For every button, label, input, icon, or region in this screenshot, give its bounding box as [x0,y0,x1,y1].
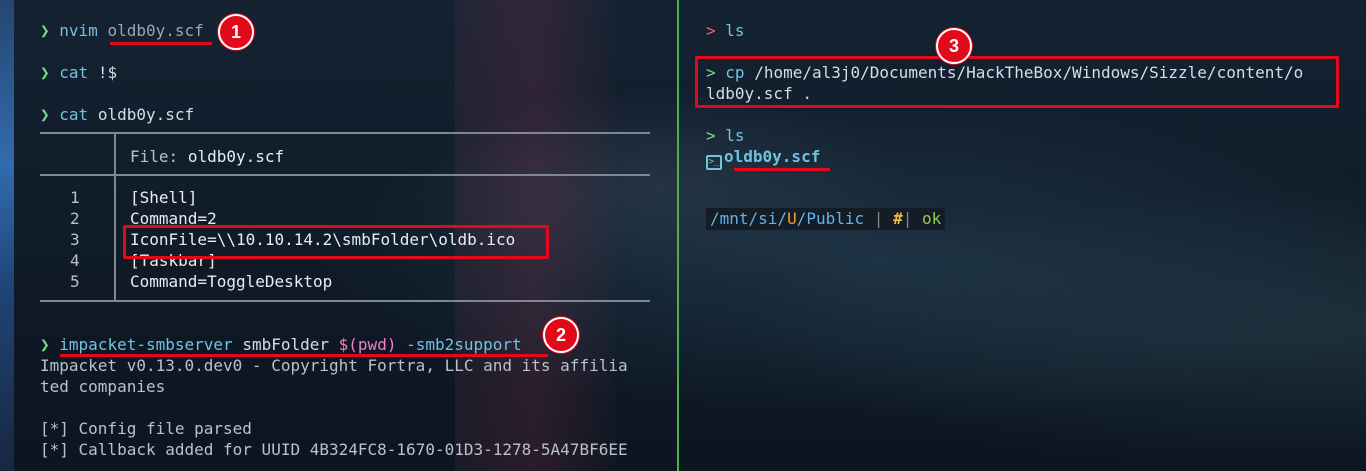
command-arg: oldb0y.scf [97,105,195,124]
bat-file-label: File: [130,147,179,166]
file-line: Command=ToggleDesktop [130,272,333,291]
bat-mid-rule [40,174,650,176]
command-arg: oldb0y.scf [107,21,204,40]
command-impacket: impacket-smbserver [59,335,233,354]
bat-file-name: oldb0y.scf [187,147,285,166]
command-subst: $(pwd) [338,335,397,354]
prompt-line-cat-bang: ❯ cat !$ [40,62,117,83]
prompt-line-impacket: ❯ impacket-smbserver smbFolder $(pwd) -s… [40,334,522,355]
ls-result: >_ oldb0y.scf [706,146,820,170]
annotation-underline-nvim-file [110,42,212,45]
statusbar-separator: | [873,209,884,228]
output-line: Impacket v0.13.0.dev0 - Copyright Fortra… [40,356,628,375]
prompt-statusbar: /mnt/si/U/Public | #| ok [706,208,946,230]
line-number: 5 [70,272,80,291]
output-line: ted companies [40,377,166,396]
pane-divider[interactable] [677,0,679,471]
command-arg-share: smbFolder [242,335,330,354]
prompt-symbol: ❯ [40,21,50,40]
wallpaper-left-strip [0,0,14,471]
prompt-line-cat-file: ❯ cat oldb0y.scf [40,104,194,125]
prompt-symbol: ❯ [40,335,50,354]
file-line: [Shell] [130,188,198,207]
line-number: 1 [70,188,80,207]
command-arg: !$ [97,63,118,82]
annotation-underline-ls-result [734,168,830,171]
line-number: 4 [70,251,80,270]
terminal-file-icon: >_ [706,155,722,170]
prompt-symbol: ❯ [40,105,50,124]
bat-header-separator [114,134,116,174]
prompt-symbol: ❯ [40,63,50,82]
command-cat: cat [59,105,89,124]
statusbar-path-prefix: /mnt/si/ [710,209,788,228]
statusbar-root-hash: # [893,209,903,228]
prompt-line-nvim: ❯ nvim oldb0y.scf [40,20,204,41]
statusbar-path-u: U [787,209,797,228]
bat-bottom-rule [40,300,650,302]
annotation-underline-impacket [60,354,548,357]
annotation-badge-2: 2 [543,317,579,353]
prompt-symbol: > [706,126,716,145]
prompt-line-ls-2: > ls [706,125,745,146]
prompt-line-ls: > ls [706,20,745,41]
annotation-box-cp [695,56,1339,108]
prompt-symbol: > [706,21,716,40]
command-ls: ls [725,21,745,40]
bat-file-header: File: oldb0y.scf [130,146,284,167]
ls-result-filename: oldb0y.scf [724,147,821,166]
line-number: 3 [70,230,80,249]
output-line: [*] Callback added for UUID 4B324FC8-167… [40,440,628,459]
statusbar-separator: | [902,209,913,228]
line-number: 2 [70,209,80,228]
command-cat: cat [59,63,89,82]
bat-gutter-separator [114,176,116,300]
statusbar-path-suffix: /Public [796,209,865,228]
command-ls: ls [725,126,745,145]
command-flag: -smb2support [406,335,522,354]
annotation-badge-3: 3 [936,28,972,64]
annotation-badge-1: 1 [218,14,254,50]
annotation-box-iconfile [123,225,549,259]
bat-top-rule [40,132,650,134]
statusbar-status: ok [921,209,942,228]
command-nvim: nvim [59,21,98,40]
output-line: [*] Config file parsed [40,419,252,438]
